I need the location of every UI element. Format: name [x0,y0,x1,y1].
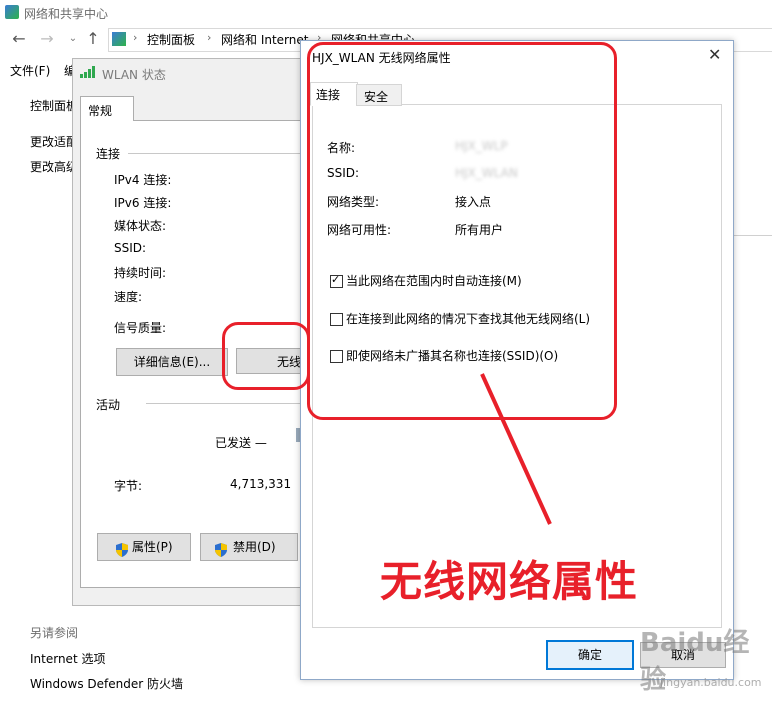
details-button[interactable]: 详细信息(E)... [116,348,228,376]
duration-label: 持续时间: [114,266,167,280]
breadcrumb-control-panel[interactable]: 控制面板 [147,31,195,48]
ssid-label: SSID: [114,241,147,255]
menu-file[interactable]: 文件(F) [10,62,50,79]
see-also-label: 另请参阅 [30,626,79,640]
connection-group-label: 连接 [96,147,121,161]
media-state-label: 媒体状态: [114,219,167,233]
window-title: 网络和共享中心 [24,7,109,21]
up-arrow-icon[interactable]: ↑ [84,30,102,48]
bytes-sent-value: 4,713,331 [230,477,292,491]
sent-label: 已发送 — [215,436,267,450]
link-internet-options[interactable]: Internet 选项 [30,650,105,667]
properties-button[interactable]: 属性(P) [97,533,191,561]
ipv6-label: IPv6 连接: [114,196,172,210]
properties-button-label: 属性(P) [132,540,173,554]
bytes-label: 字节: [114,479,143,493]
watermark-url: jingyan.baidu.com [660,676,762,689]
disable-button-label: 禁用(D) [233,540,276,554]
speed-label: 速度: [114,290,143,304]
ipv4-label: IPv4 连接: [114,173,172,187]
annotation-arrow-line [480,373,552,525]
breadcrumb-network-internet[interactable]: 网络和 Internet [221,31,308,48]
divider [732,235,772,236]
window-titlebar [0,0,772,26]
forward-arrow-icon[interactable]: → [38,30,56,48]
breadcrumb-separator-icon: › [133,31,138,44]
annotation-highlight-box [307,42,617,420]
sidebar-link-change-adapter[interactable]: 更改适配 [30,133,78,150]
uac-shield-icon [215,540,227,566]
signal-quality-label: 信号质量: [114,321,167,335]
back-arrow-icon[interactable]: ← [10,30,28,48]
sidebar-link-control-panel[interactable]: 控制面板 [30,97,78,114]
disable-button[interactable]: 禁用(D) [200,533,298,561]
annotation-caption: 无线网络属性 [380,557,639,606]
close-icon[interactable]: ✕ [708,45,721,64]
signal-bars-icon [80,66,95,78]
annotation-button-box [222,322,310,390]
network-center-icon [5,5,19,19]
tab-general-label: 常规 [88,104,113,118]
breadcrumb-separator-icon: › [207,31,212,44]
chevron-down-icon[interactable]: ⌄ [64,30,82,48]
sidebar-link-change-advanced[interactable]: 更改高级 [30,158,78,175]
control-panel-icon [112,32,126,46]
uac-shield-icon [116,540,128,566]
group-divider [146,403,300,404]
activity-group-label: 活动 [96,398,121,412]
ok-button[interactable]: 确定 [546,640,634,670]
wlan-window-title: WLAN 状态 [102,68,166,82]
link-windows-defender-firewall[interactable]: Windows Defender 防火墙 [30,675,183,692]
group-divider [128,153,300,154]
